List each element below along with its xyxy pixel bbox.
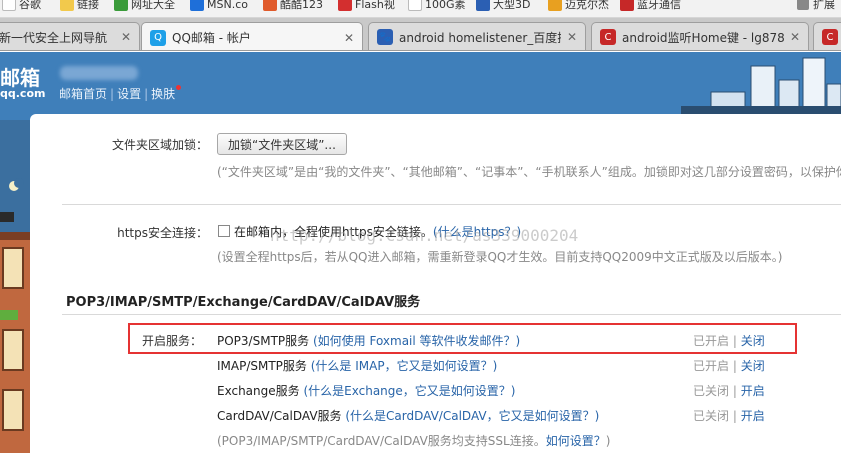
extension-icon	[797, 0, 809, 10]
https-label: https安全连接：	[117, 226, 208, 240]
tab-baidu-search[interactable]: 🐾 android homelistener_百度搜 ✕	[368, 22, 586, 50]
service-status-imap: 已开启 | 关闭	[693, 359, 765, 373]
close-icon[interactable]: ✕	[121, 30, 131, 44]
folder-lock-label: 文件夹区域加锁：	[111, 138, 208, 152]
tab-strip: 新一代安全上网导航 ✕ Q QQ邮箱 - 帐户 ✕ 🐾 android home…	[0, 18, 841, 51]
heart-icon	[548, 0, 562, 11]
folder-icon	[60, 0, 74, 11]
https-checkbox[interactable]	[218, 225, 230, 237]
enable-services-label: 开启服务：	[141, 334, 202, 348]
tab-navigation[interactable]: 新一代安全上网导航 ✕	[0, 22, 140, 50]
mail-domain: qq.com	[0, 87, 46, 100]
service-help-link[interactable]: (什么是 IMAP，它又是如何设置？)	[311, 359, 498, 373]
folder-lock-hint: (“文件夹区域”是由“我的文件夹”、“其他邮箱”、“记事本”、“手机联系人”组成…	[217, 165, 841, 179]
close-icon[interactable]: ✕	[567, 30, 577, 44]
bookmark-item[interactable]: Flash视	[338, 0, 395, 13]
bookmark-item[interactable]: 迈克尔杰	[548, 0, 609, 13]
bookmark-item[interactable]: 大型3D	[476, 0, 530, 13]
https-hint: (设置全程https后，若从QQ进入邮箱，需重新登录QQ才生效。目前支持QQ20…	[217, 250, 783, 264]
plus-icon	[114, 0, 128, 11]
bookmark-item[interactable]: 酷酷123	[263, 0, 323, 13]
service-help-link[interactable]: (什么是Exchange，它又是如何设置？)	[303, 384, 515, 398]
service-pop3-smtp: POP3/SMTP服务 (如何使用 Foxmail 等软件收发邮件？)	[217, 334, 521, 348]
blog-watermark: http://blog.csdn.net/as339000204	[270, 226, 579, 245]
windows-icon	[190, 0, 204, 11]
nav-mail-home[interactable]: 邮箱首页	[59, 87, 107, 101]
services-section-title: POP3/IMAP/SMTP/Exchange/CardDAV/CalDAV服务	[66, 295, 421, 310]
baidu-paw-icon: 🐾	[377, 29, 393, 45]
bookmarks-bar: 谷歌 链接 网址大全 MSN.co 酷酷123 Flash视 100G素 大型3…	[0, 0, 841, 18]
kuku-icon	[263, 0, 277, 11]
ssl-note: (POP3/IMAP/SMTP/CardDAV/CalDAV服务均支持SSL连接…	[217, 434, 611, 448]
skin-illustration-left	[0, 120, 30, 453]
service-exchange: Exchange服务 (什么是Exchange，它又是如何设置？)	[217, 384, 516, 398]
service-status-exchange: 已关闭 | 开启	[693, 384, 765, 398]
new-badge	[176, 85, 182, 90]
nav-separator: |	[144, 87, 149, 101]
city-skyline-illustration	[681, 52, 841, 120]
house-illustration	[0, 120, 30, 453]
bookmark-item[interactable]: 蓝牙通信	[620, 0, 681, 13]
header-nav: 邮箱首页 | 设置 | 换肤	[59, 85, 182, 102]
service-status-pop3: 已开启 | 关闭	[693, 334, 765, 348]
tab-qq-mail[interactable]: Q QQ邮箱 - 帐户 ✕	[141, 22, 363, 50]
qq-mail-icon: Q	[150, 29, 166, 46]
mail-header: 邮箱 qq.com 邮箱首页 | 设置 | 换肤	[0, 52, 841, 120]
close-icon[interactable]: ✕	[344, 31, 354, 45]
bookmark-item[interactable]: 网址大全	[114, 0, 175, 13]
divider	[62, 314, 841, 315]
page-icon	[408, 0, 422, 11]
flash-icon	[338, 0, 352, 11]
disable-pop3-link[interactable]: 关闭	[741, 334, 765, 348]
csdn-icon: C	[822, 29, 838, 45]
page-icon	[2, 0, 16, 11]
user-name-blurred	[60, 66, 138, 80]
service-imap-smtp: IMAP/SMTP服务 (什么是 IMAP，它又是如何设置？)	[217, 359, 498, 373]
extensions-button[interactable]: 扩展	[791, 0, 841, 13]
csdn-icon: C	[600, 29, 616, 45]
bookmark-item[interactable]: 谷歌	[2, 0, 41, 13]
service-help-link[interactable]: (如何使用 Foxmail 等软件收发邮件？)	[313, 334, 520, 348]
divider	[62, 204, 841, 205]
paw-icon	[476, 0, 490, 11]
bookmark-item[interactable]: 链接	[60, 0, 99, 13]
settings-content: 文件夹区域加锁： 加锁“文件夹区域”... (“文件夹区域”是由“我的文件夹”、…	[30, 114, 841, 453]
bookmark-item[interactable]: 100G素	[408, 0, 466, 13]
service-status-carddav: 已关闭 | 开启	[693, 409, 765, 423]
bookmark-item[interactable]: MSN.co	[190, 0, 248, 13]
enable-exchange-link[interactable]: 开启	[741, 384, 765, 398]
nav-separator: |	[110, 87, 115, 101]
service-carddav-caldav: CardDAV/CalDAV服务 (什么是CardDAV/CalDAV，它又是如…	[217, 409, 600, 423]
tab-csdn-article[interactable]: C android监听Home键 - lg878 ✕	[591, 22, 809, 50]
service-help-link[interactable]: (什么是CardDAV/CalDAV，它又是如何设置？)	[345, 409, 599, 423]
nav-settings[interactable]: 设置	[117, 87, 141, 101]
disable-imap-link[interactable]: 关闭	[741, 359, 765, 373]
close-icon[interactable]: ✕	[790, 30, 800, 44]
ssl-howto-link[interactable]: 如何设置？	[546, 434, 606, 448]
csdn-icon	[620, 0, 634, 11]
nav-change-skin[interactable]: 换肤	[151, 87, 175, 101]
enable-carddav-link[interactable]: 开启	[741, 409, 765, 423]
tab-csdn-extra[interactable]: C	[813, 22, 841, 50]
lock-folder-area-button[interactable]: 加锁“文件夹区域”...	[217, 133, 347, 155]
